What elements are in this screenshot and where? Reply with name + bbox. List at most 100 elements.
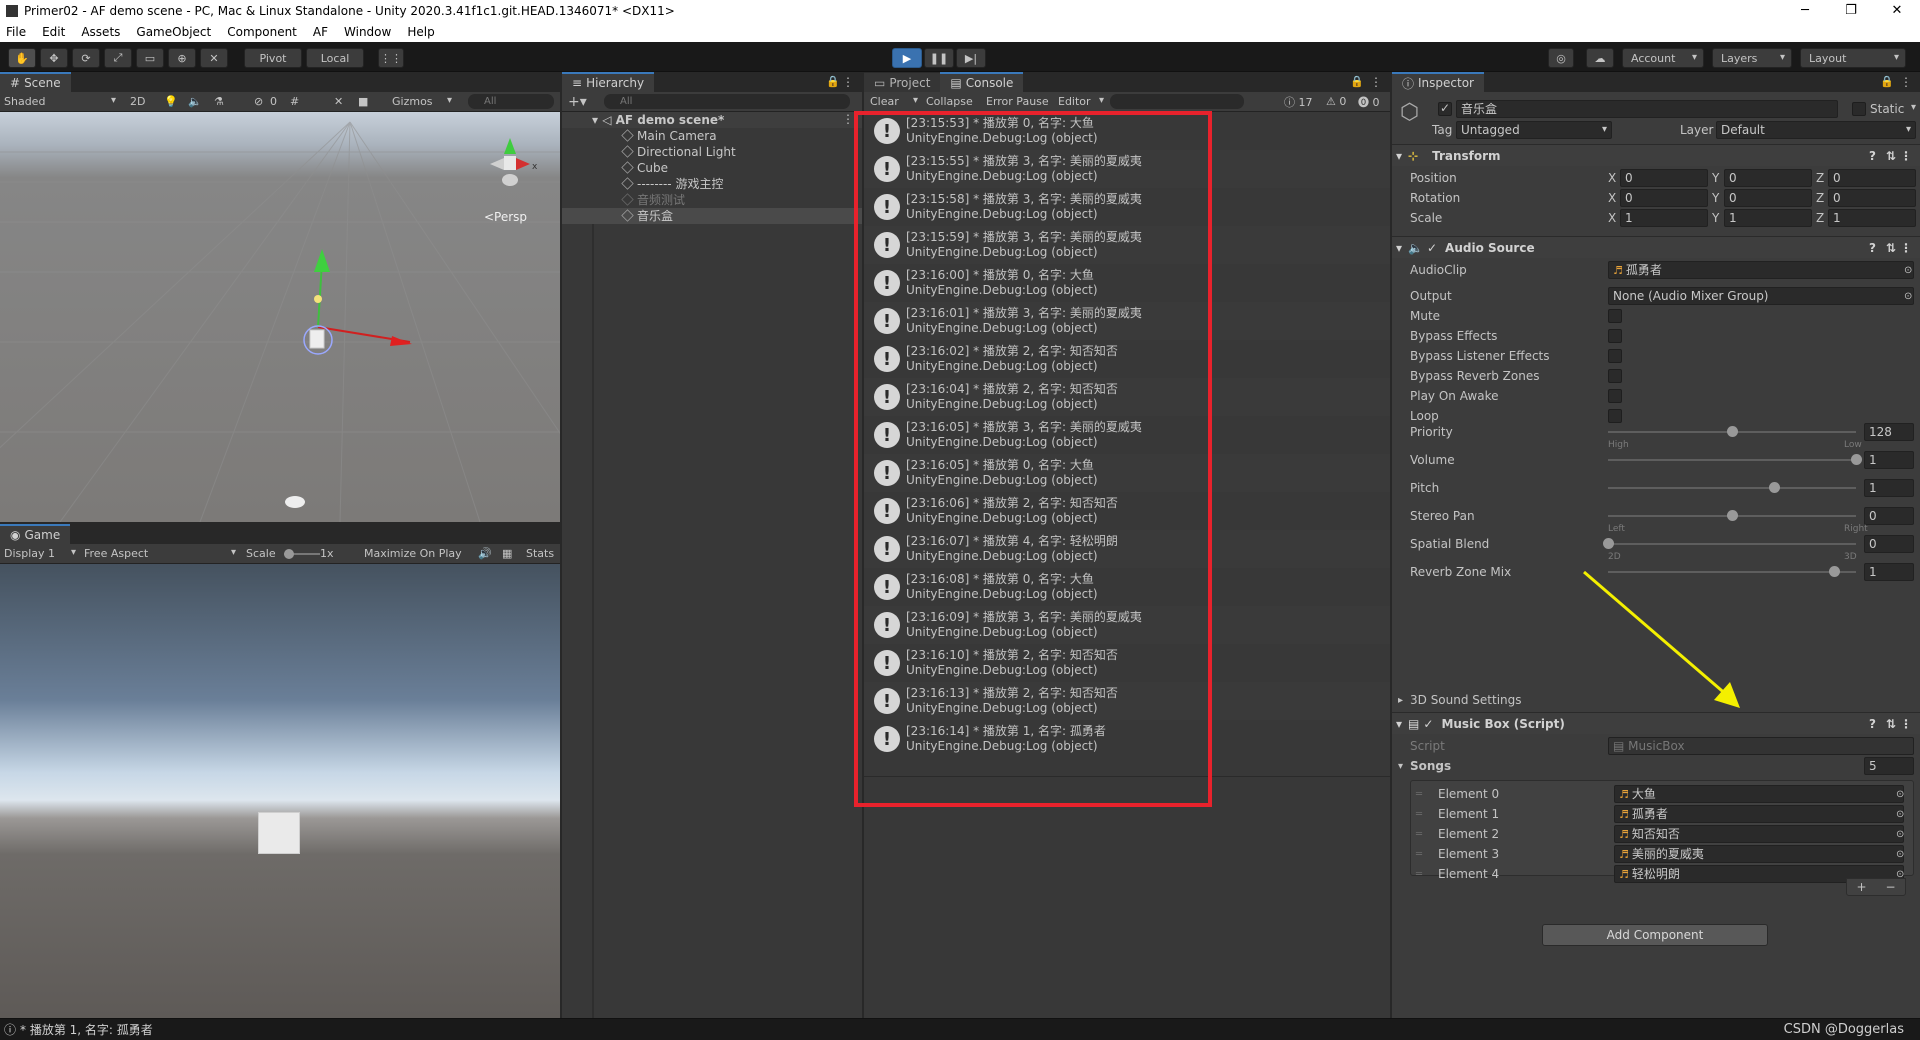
lock-icon[interactable]: 🔒 (826, 75, 840, 88)
lock-icon[interactable]: 🔒 (1350, 75, 1364, 88)
grid-icon[interactable]: # (290, 95, 299, 108)
menu-assets[interactable]: Assets (81, 25, 120, 39)
object-picker-icon[interactable]: ⊙ (1896, 789, 1904, 800)
element-audio-field[interactable]: ♬ 孤勇者 (1614, 805, 1904, 823)
slider-knob[interactable] (1769, 482, 1780, 493)
collab-icon[interactable]: ◎ (1548, 48, 1574, 68)
toggle-checkbox[interactable] (1608, 329, 1622, 343)
scene-search-input[interactable]: All (468, 94, 554, 109)
tab-game[interactable]: ◉ Game (0, 524, 71, 544)
game-viewport[interactable] (0, 564, 560, 1018)
drag-handle-icon[interactable]: ═ (1416, 849, 1422, 860)
static-dropdown[interactable]: Static (1870, 102, 1916, 116)
drag-handle-icon[interactable]: ═ (1416, 829, 1422, 840)
maximize-on-play-toggle[interactable]: Maximize On Play (364, 547, 462, 560)
slider-knob[interactable] (1727, 510, 1738, 521)
hierarchy-item[interactable]: Directional Light (621, 144, 736, 160)
add-object-button[interactable]: +▾ (568, 94, 587, 110)
console-search-input[interactable] (1110, 94, 1244, 109)
x-field[interactable]: 1 (1620, 209, 1708, 227)
hand-tool-icon[interactable]: ✋ (8, 48, 36, 68)
kebab-menu-icon[interactable]: ⋮ (1370, 75, 1382, 89)
z-field[interactable]: 1 (1828, 209, 1916, 227)
component-menu-icon[interactable]: ⋮ (1900, 717, 1912, 731)
lock-icon[interactable]: 🔒 (1880, 75, 1894, 88)
slider-value-field[interactable]: 1 (1864, 479, 1914, 497)
menu-help[interactable]: Help (407, 25, 434, 39)
object-picker-icon[interactable]: ⊙ (1904, 291, 1912, 302)
custom-tool-icon[interactable]: ✕ (200, 48, 228, 68)
close-button[interactable]: ✕ (1874, 0, 1920, 22)
scene-root-item[interactable]: ▾ ◁ AF demo scene* (592, 112, 724, 128)
hidden-objects-icon[interactable]: ⊘ (254, 95, 263, 108)
slider-knob[interactable] (1851, 454, 1862, 465)
tab-console[interactable]: ▤ Console (940, 72, 1024, 92)
help-icon[interactable]: ? (1869, 149, 1876, 163)
x-field[interactable]: 0 (1620, 169, 1708, 187)
scale-slider-knob[interactable] (284, 549, 294, 559)
effects-icon[interactable]: ⚗ (214, 95, 224, 108)
y-field[interactable]: 0 (1724, 169, 1812, 187)
tab-project[interactable]: ▭ Project (864, 72, 941, 92)
slider-track[interactable] (1608, 487, 1856, 489)
preset-icon[interactable]: ⇅ (1886, 241, 1896, 255)
clear-button[interactable]: Clear (870, 95, 918, 108)
warning-count-toggle[interactable]: ⚠ 0 (1326, 95, 1346, 108)
hierarchy-search-input[interactable]: All (604, 94, 850, 109)
cloud-icon[interactable]: ☁ (1586, 48, 1614, 68)
menu-file[interactable]: File (6, 25, 26, 39)
enabled-check-icon[interactable]: ✓ (1427, 241, 1437, 255)
shading-dropdown[interactable]: Shaded (4, 95, 116, 108)
grid-snap-icon[interactable]: ⋮⋮ (378, 48, 404, 68)
element-audio-field[interactable]: ♬ 大鱼 (1614, 785, 1904, 803)
preset-icon[interactable]: ⇅ (1886, 149, 1896, 163)
element-audio-field[interactable]: ♬ 知否知否 (1614, 825, 1904, 843)
scene-menu-icon[interactable]: ⋮ (842, 112, 854, 126)
tab-hierarchy[interactable]: ≡ Hierarchy (562, 72, 655, 92)
output-field[interactable]: None (Audio Mixer Group) (1608, 287, 1914, 305)
slider-value-field[interactable]: 1 (1864, 563, 1914, 581)
menu-gameobject[interactable]: GameObject (136, 25, 211, 39)
toggle-checkbox[interactable] (1608, 389, 1622, 403)
lighting-icon[interactable]: 💡 (164, 95, 178, 108)
2d-toggle[interactable]: 2D (130, 95, 145, 108)
editor-dropdown[interactable]: Editor (1058, 95, 1104, 108)
mute-audio-icon[interactable]: 🔊 (478, 547, 492, 560)
element-audio-field[interactable]: ♬ 美丽的夏威夷 (1614, 845, 1904, 863)
restore-button[interactable]: ❐ (1828, 0, 1874, 22)
transform-header[interactable]: ▾ ⊹ Transform ? ⇅ ⋮ (1392, 144, 1920, 166)
y-field[interactable]: 0 (1724, 189, 1812, 207)
preset-icon[interactable]: ⇅ (1886, 717, 1896, 731)
scale-tool-icon[interactable]: ⤢ (104, 48, 132, 68)
slider-knob[interactable] (1727, 426, 1738, 437)
local-toggle[interactable]: Local (306, 48, 364, 68)
audio-source-header[interactable]: ▾ 🔈 ✓ Audio Source ? ⇅ ⋮ (1392, 236, 1920, 258)
hierarchy-item-disabled[interactable]: 音频测试 (621, 192, 685, 208)
object-picker-icon[interactable]: ⊙ (1896, 829, 1904, 840)
slider-value-field[interactable]: 0 (1864, 507, 1914, 525)
transform-tool-icon[interactable]: ⊕ (168, 48, 196, 68)
songs-size-field[interactable]: 5 (1864, 757, 1914, 775)
perspective-label[interactable]: <Persp (484, 210, 527, 224)
remove-element-button[interactable]: − (1885, 880, 1895, 894)
layer-dropdown[interactable]: Default (1716, 121, 1916, 139)
move-tool-icon[interactable]: ✥ (40, 48, 68, 68)
collapse-toggle[interactable]: Collapse (926, 95, 973, 108)
drag-handle-icon[interactable]: ═ (1416, 789, 1422, 800)
object-picker-icon[interactable]: ⊙ (1896, 849, 1904, 860)
hierarchy-item-selected[interactable]: 音乐盒 (621, 208, 673, 224)
drag-handle-icon[interactable]: ═ (1416, 809, 1422, 820)
component-menu-icon[interactable]: ⋮ (1900, 149, 1912, 163)
z-field[interactable]: 0 (1828, 169, 1916, 187)
orientation-gizmo[interactable]: x (480, 132, 540, 192)
slider-track[interactable] (1608, 543, 1856, 545)
menu-edit[interactable]: Edit (42, 25, 65, 39)
stats-toggle[interactable]: Stats (526, 547, 554, 560)
toggle-checkbox[interactable] (1608, 369, 1622, 383)
static-checkbox[interactable] (1852, 102, 1866, 116)
slider-value-field[interactable]: 1 (1864, 451, 1914, 469)
camera-icon[interactable]: ■ (358, 95, 368, 108)
info-count-toggle[interactable]: ⓘ 17 (1284, 94, 1313, 110)
slider-value-field[interactable]: 128 (1864, 423, 1914, 441)
help-icon[interactable]: ? (1869, 717, 1876, 731)
